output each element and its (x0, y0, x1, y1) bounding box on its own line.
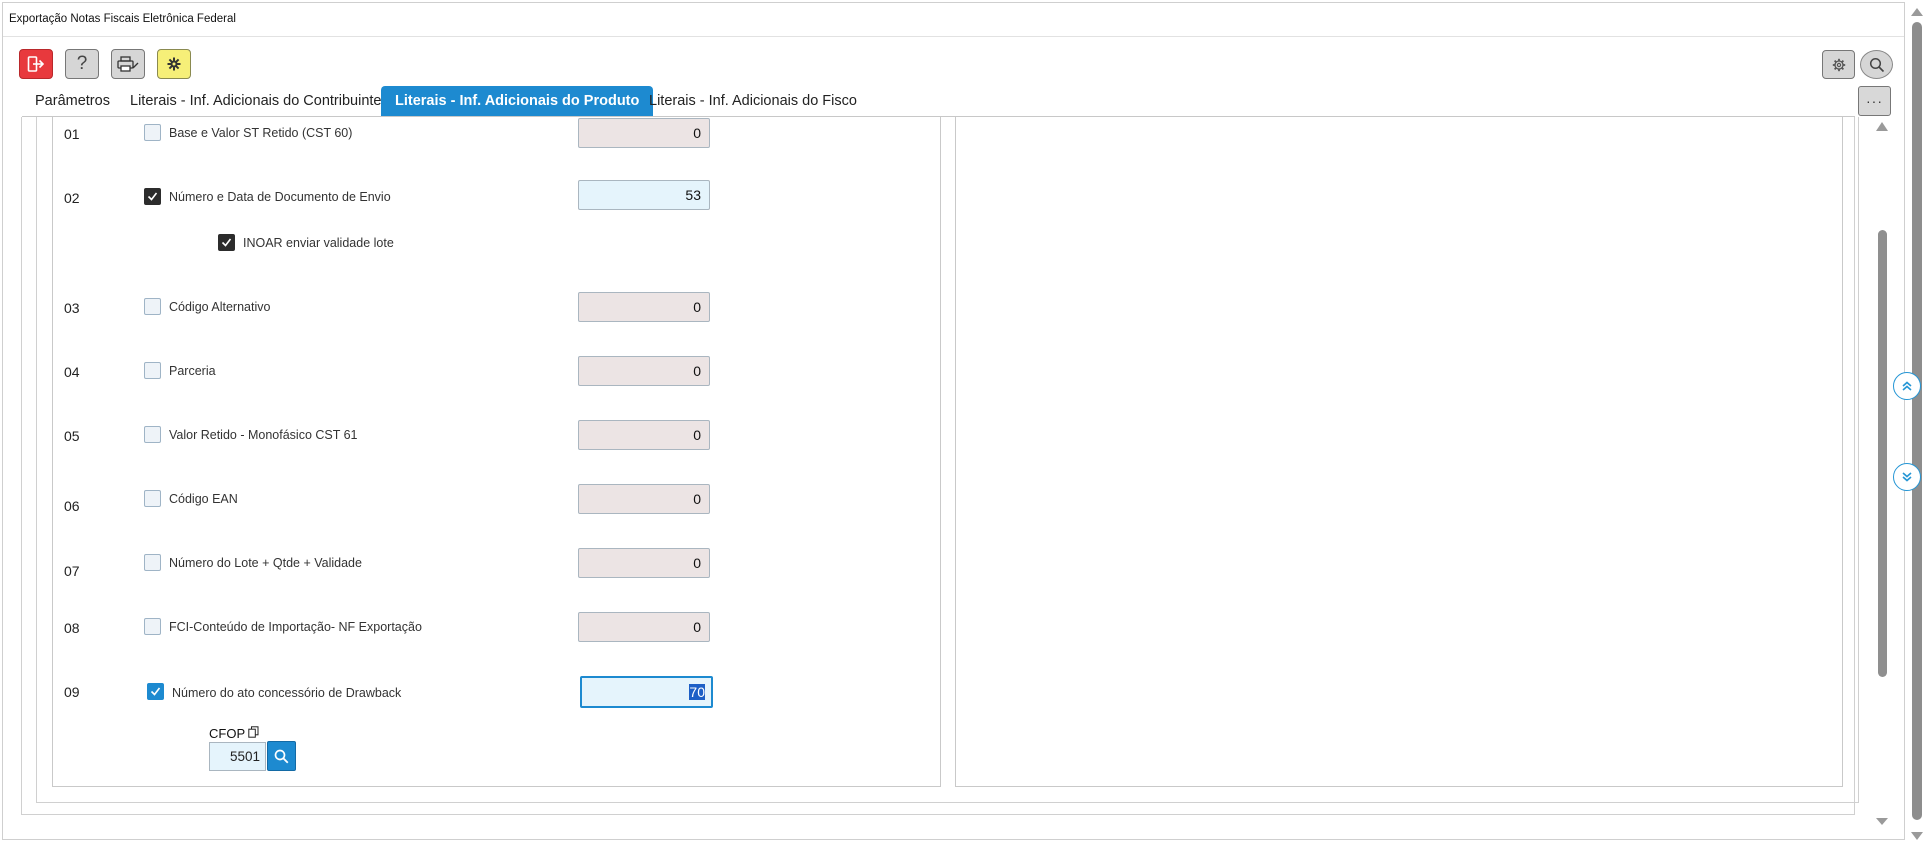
tab-inf-fisco[interactable]: Literais - Inf. Adicionais do Fisco (649, 86, 857, 116)
sequence-input[interactable]: 53 (578, 180, 710, 210)
title-separator (3, 36, 1904, 37)
details-panel (955, 117, 1843, 787)
printer-icon (117, 56, 139, 72)
cfop-search-button[interactable] (267, 741, 296, 771)
gear-star-icon (167, 57, 181, 71)
sequence-input[interactable]: 0 (578, 484, 710, 514)
row-label: FCI-Conteúdo de Importação- NF Exportaçã… (169, 620, 422, 634)
row-number: 01 (64, 126, 80, 142)
check-icon (221, 238, 232, 247)
checkbox-parceria[interactable] (144, 362, 161, 379)
window-scroll-down-icon[interactable] (1911, 832, 1923, 840)
selected-value: 70 (689, 684, 705, 700)
double-chevron-down-icon (1902, 472, 1912, 482)
sequence-input[interactable]: 0 (578, 292, 710, 322)
content-scrollbar-thumb[interactable] (1878, 230, 1887, 677)
sequence-input[interactable]: 0 (578, 548, 710, 578)
tab-parametros[interactable]: Parâmetros (35, 86, 110, 116)
row-number: 05 (64, 428, 80, 444)
exit-icon (27, 56, 45, 72)
row-label: Código Alternativo (169, 300, 271, 314)
row-label: Número do ato concessório de Drawback (172, 686, 402, 700)
row-label: Base e Valor ST Retido (CST 60) (169, 126, 353, 140)
window-scroll-up-icon[interactable] (1911, 8, 1923, 16)
checkbox-numero-lote[interactable] (144, 554, 161, 571)
checkbox-codigo-alternativo[interactable] (144, 298, 161, 315)
double-chevron-up-icon (1902, 381, 1912, 391)
sequence-input[interactable]: 0 (578, 420, 710, 450)
sequence-input[interactable]: 0 (578, 612, 710, 642)
row-number: 07 (64, 563, 80, 579)
checkbox-ato-concessorio-drawback[interactable] (147, 683, 164, 700)
row-number: 03 (64, 300, 80, 316)
sequence-input[interactable]: 0 (578, 118, 710, 148)
print-button[interactable] (111, 49, 145, 79)
search-icon (274, 749, 289, 763)
tab-inf-contribuinte[interactable]: Literais - Inf. Adicionais do Contribuin… (130, 86, 381, 116)
scroll-to-top-button[interactable] (1893, 372, 1921, 400)
row-label: Parceria (169, 364, 216, 378)
help-icon: ? (76, 53, 88, 74)
row-label: Número do Lote + Qtde + Validade (169, 556, 362, 570)
checkbox-valor-retido-monofasico[interactable] (144, 426, 161, 443)
scroll-down-arrow-icon[interactable] (1876, 818, 1888, 825)
check-icon (150, 687, 161, 696)
row-label: Número e Data de Documento de Envio (169, 190, 391, 204)
sequence-input-focused[interactable]: 70 (580, 676, 713, 708)
gear-icon (1832, 58, 1845, 71)
settings-button[interactable] (1822, 50, 1855, 79)
row-label: Valor Retido - Monofásico CST 61 (169, 428, 358, 442)
exit-button[interactable] (19, 49, 53, 79)
cfop-label: CFOP (209, 726, 259, 741)
help-button[interactable]: ? (65, 49, 99, 79)
scroll-to-bottom-button[interactable] (1893, 463, 1921, 491)
checkbox-codigo-ean[interactable] (144, 490, 161, 507)
search-icon (1869, 57, 1884, 72)
checkbox-base-st-retido[interactable] (144, 124, 161, 141)
window-scrollbar-thumb[interactable] (1912, 22, 1922, 820)
row-number: 04 (64, 364, 80, 380)
cfop-input[interactable]: 5501 (209, 742, 266, 771)
scroll-up-arrow-icon[interactable] (1876, 122, 1888, 131)
window-title: Exportação Notas Fiscais Eletrônica Fede… (9, 13, 236, 25)
more-icon: ··· (1866, 93, 1883, 109)
checkbox-numero-data-documento[interactable] (144, 188, 161, 205)
actions-button[interactable] (157, 49, 191, 79)
checkbox-inoar-validade-lote[interactable] (218, 234, 235, 251)
row-number: 06 (64, 498, 80, 514)
row-label: Código EAN (169, 492, 238, 506)
row-number: 08 (64, 620, 80, 636)
global-search-button[interactable] (1860, 50, 1893, 79)
check-icon (147, 192, 158, 201)
checkbox-fci-conteudo-importacao[interactable] (144, 618, 161, 635)
more-options-button[interactable]: ··· (1858, 86, 1891, 116)
sub-option-label: INOAR enviar validade lote (243, 236, 394, 250)
sequence-input[interactable]: 0 (578, 356, 710, 386)
row-number: 02 (64, 190, 80, 206)
tab-inf-produto[interactable]: Literais - Inf. Adicionais do Produto (381, 86, 654, 116)
copy-icon[interactable] (247, 726, 259, 738)
row-number: 09 (64, 684, 80, 700)
cfop-label-text: CFOP (209, 726, 245, 741)
